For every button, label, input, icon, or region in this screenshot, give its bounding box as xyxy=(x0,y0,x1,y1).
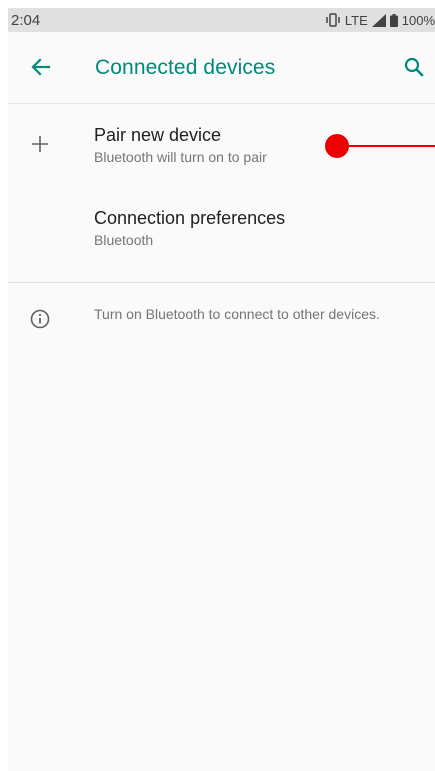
back-button[interactable] xyxy=(28,56,54,82)
annotation-dot xyxy=(325,134,349,158)
status-icons: LTE 100% xyxy=(325,13,435,28)
network-type: LTE xyxy=(344,12,368,28)
page-title: Connected devices xyxy=(95,56,276,79)
search-icon xyxy=(404,57,424,82)
plus-icon xyxy=(28,132,52,156)
footer-info: Turn on Bluetooth to connect to other de… xyxy=(8,283,435,353)
device-screen: 2:04 LTE 100% Connected devices Pair new… xyxy=(8,8,435,771)
annotation-marker xyxy=(325,134,435,158)
signal-icon xyxy=(371,13,386,27)
annotation-line xyxy=(343,145,435,147)
battery-icon xyxy=(389,13,398,27)
status-bar: 2:04 LTE 100% xyxy=(8,8,435,32)
connection-preferences-summary: Bluetooth xyxy=(94,232,154,248)
pair-new-device-title: Pair new device xyxy=(94,125,222,145)
search-button[interactable] xyxy=(401,56,427,82)
status-time: 2:04 xyxy=(11,11,41,29)
info-icon xyxy=(28,307,52,331)
battery-percent: 100% xyxy=(401,12,435,28)
pair-new-device-summary: Bluetooth will turn on to pair xyxy=(94,149,267,165)
app-bar: Connected devices xyxy=(8,32,435,104)
arrow-left-icon xyxy=(31,57,51,82)
connection-preferences-item[interactable]: Connection preferences Bluetooth xyxy=(8,188,435,282)
bluetooth-hint-text: Turn on Bluetooth to connect to other de… xyxy=(94,306,380,322)
vibrate-icon xyxy=(325,13,341,27)
connection-preferences-title: Connection preferences xyxy=(94,208,286,228)
